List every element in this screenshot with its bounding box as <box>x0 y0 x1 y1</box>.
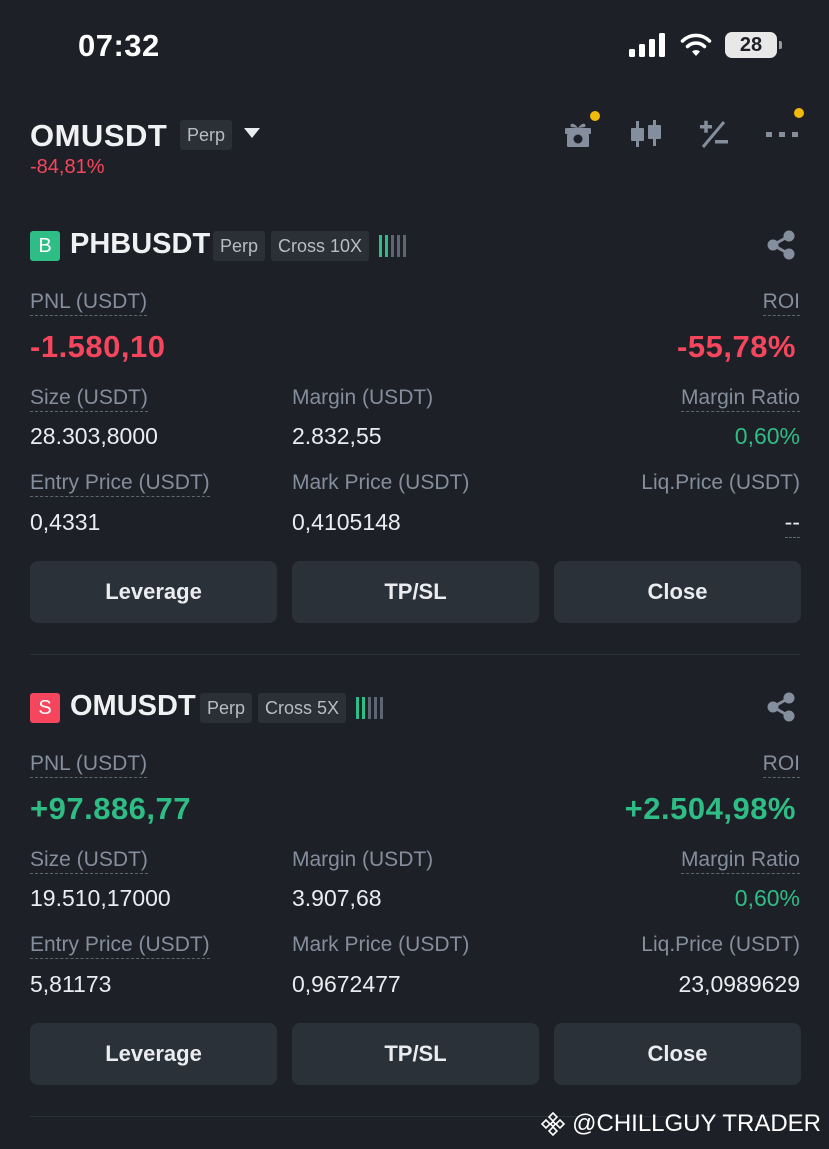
liq-price-label: Liq.Price (USDT) <box>641 933 800 956</box>
candlestick-icon <box>631 120 661 147</box>
margin-ratio-value: 0,60% <box>734 423 800 449</box>
contract-type-tag: Perp <box>200 693 253 723</box>
liq-price-value: -- <box>784 509 800 538</box>
size-label: Size (USDT) <box>30 386 148 412</box>
watermark: @CHILLGUY TRADER <box>540 1110 821 1138</box>
margin-ratio-value: 0,60% <box>734 885 800 911</box>
gift-button[interactable] <box>560 111 600 152</box>
position-tags: Perp Cross 10X <box>213 231 407 261</box>
gift-icon <box>565 123 591 147</box>
margin-ratio-label: Margin Ratio <box>680 386 800 412</box>
caret-down-icon[interactable] <box>244 128 260 139</box>
entry-price-value: 5,81173 <box>30 971 112 997</box>
mark-price-value: 0,9672477 <box>292 971 401 997</box>
price-change: -84,81% <box>30 156 105 178</box>
battery-icon: 28 <box>725 32 782 58</box>
calculator-button[interactable] <box>696 116 732 152</box>
divider <box>30 654 800 655</box>
margin-mode-tag[interactable]: Cross 10X <box>271 231 370 261</box>
mark-price-label: Mark Price (USDT) <box>292 933 470 956</box>
tpsl-button[interactable]: TP/SL <box>292 1023 539 1085</box>
adl-indicator-icon <box>379 235 407 257</box>
more-button[interactable] <box>764 108 804 152</box>
chart-button[interactable] <box>628 116 664 152</box>
roi-label: ROI <box>762 290 800 316</box>
position-header: B PHBUSDT Perp Cross 10X <box>30 227 800 267</box>
contract-type-tag: Perp <box>213 231 266 261</box>
tpsl-button[interactable]: TP/SL <box>292 561 539 623</box>
entry-price-value: 0,4331 <box>30 509 101 535</box>
header-actions <box>560 108 804 152</box>
side-badge: S <box>30 693 60 723</box>
position-symbol[interactable]: OMUSDT <box>70 690 196 723</box>
pnl-label: PNL (USDT) <box>30 752 148 778</box>
adl-indicator-icon <box>356 697 384 719</box>
liq-price-value: 23,0989629 <box>678 971 800 997</box>
margin-value: 3.907,68 <box>292 885 382 911</box>
size-label: Size (USDT) <box>30 848 148 874</box>
margin-label: Margin (USDT) <box>292 386 434 409</box>
share-icon[interactable] <box>766 230 796 260</box>
pnl-label: PNL (USDT) <box>30 290 148 316</box>
leverage-button[interactable]: Leverage <box>30 561 277 623</box>
pnl-value: +97.886,77 <box>30 791 192 826</box>
position-tags: Perp Cross 5X <box>200 693 384 723</box>
status-time: 07:32 <box>78 28 160 63</box>
size-value: 28.303,8000 <box>30 423 158 449</box>
binance-logo-icon <box>540 1111 566 1137</box>
signal-icon <box>629 33 665 57</box>
margin-ratio-label: Margin Ratio <box>680 848 800 874</box>
leverage-button[interactable]: Leverage <box>30 1023 277 1085</box>
pnl-value: -1.580,10 <box>30 329 166 364</box>
more-icon <box>766 132 798 137</box>
position-symbol[interactable]: PHBUSDT <box>70 228 210 261</box>
status-bar: 07:32 28 <box>0 0 829 95</box>
notification-dot <box>590 111 600 121</box>
roi-value: -55,78% <box>677 329 796 364</box>
share-icon[interactable] <box>766 692 796 722</box>
margin-label: Margin (USDT) <box>292 848 434 871</box>
position-actions: Leverage TP/SL Close <box>30 1023 801 1085</box>
roi-label: ROI <box>762 752 800 778</box>
position-card: B PHBUSDT Perp Cross 10X PNL (USDT) ROI … <box>30 227 801 627</box>
watermark-text: @CHILLGUY TRADER <box>572 1110 821 1137</box>
liq-price-label: Liq.Price (USDT) <box>641 471 800 494</box>
status-icons: 28 <box>629 32 782 58</box>
margin-mode-tag[interactable]: Cross 5X <box>258 693 347 723</box>
battery-level: 28 <box>739 33 763 56</box>
plus-minus-icon <box>700 120 728 148</box>
side-badge: B <box>30 231 60 261</box>
position-card: S OMUSDT Perp Cross 5X PNL (USDT) ROI +9… <box>30 689 801 1089</box>
close-button[interactable]: Close <box>554 561 801 623</box>
size-value: 19.510,17000 <box>30 885 171 911</box>
entry-price-label: Entry Price (USDT) <box>30 471 210 497</box>
notification-dot <box>794 108 804 118</box>
mark-price-label: Mark Price (USDT) <box>292 471 470 494</box>
position-actions: Leverage TP/SL Close <box>30 561 801 623</box>
wifi-icon <box>680 33 712 56</box>
roi-value: +2.504,98% <box>624 791 796 826</box>
close-button[interactable]: Close <box>554 1023 801 1085</box>
entry-price-label: Entry Price (USDT) <box>30 933 210 959</box>
contract-type-tag: Perp <box>180 120 233 150</box>
margin-value: 2.832,55 <box>292 423 382 449</box>
mark-price-value: 0,4105148 <box>292 509 401 535</box>
header: OMUSDT Perp -84,81% <box>30 108 804 186</box>
position-header: S OMUSDT Perp Cross 5X <box>30 689 800 729</box>
pair-title[interactable]: OMUSDT <box>30 118 167 154</box>
